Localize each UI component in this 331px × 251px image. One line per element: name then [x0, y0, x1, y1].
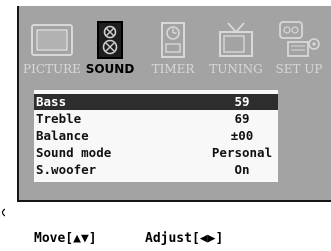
timer-icon [153, 20, 193, 67]
setting-label: Bass [36, 94, 67, 109]
sound-settings-panel: Bass 59 Treble 69 Balance ±00 Sound mode… [34, 90, 278, 182]
setting-row-sound-mode[interactable]: Sound mode Personal [34, 145, 278, 161]
tab-label: SOUND [85, 62, 135, 76]
tab-setup[interactable]: SET UP [269, 20, 329, 78]
tab-picture[interactable]: PICTURE [22, 20, 82, 78]
tab-tuning[interactable]: TUNING [206, 20, 266, 78]
tv-icon [28, 20, 76, 65]
setting-row-bass[interactable]: Bass 59 [34, 94, 278, 110]
tab-label: TIMER [151, 62, 195, 76]
setting-value: Personal [211, 145, 273, 160]
setting-label: Sound mode [36, 145, 112, 160]
tab-timer[interactable]: TIMER [143, 20, 203, 78]
setting-label: S.woofer [36, 162, 97, 177]
setting-value: 59 [234, 94, 250, 109]
antenna-tv-icon [214, 20, 258, 67]
setting-row-subwoofer[interactable]: S.woofer On [34, 162, 278, 178]
setting-value: On [234, 162, 250, 177]
setting-value: ±00 [230, 128, 254, 143]
setup-devices-icon [276, 20, 322, 67]
setting-row-treble[interactable]: Treble 69 [34, 111, 278, 127]
tab-label: SET UP [275, 62, 323, 76]
edge-mark [0, 208, 6, 217]
setting-row-balance[interactable]: Balance ±00 [34, 128, 278, 144]
setting-label: Treble [36, 111, 82, 126]
move-hint: Move[▲▼] [34, 231, 97, 246]
adjust-hint: Adjust[◀▶] [145, 231, 224, 246]
tab-label: PICTURE [23, 62, 81, 76]
setting-label: Balance [36, 128, 89, 143]
tab-sound[interactable]: SOUND [80, 20, 140, 78]
speaker-icon [90, 20, 130, 67]
setting-value: 69 [234, 111, 250, 126]
tab-label: TUNING [209, 62, 263, 76]
